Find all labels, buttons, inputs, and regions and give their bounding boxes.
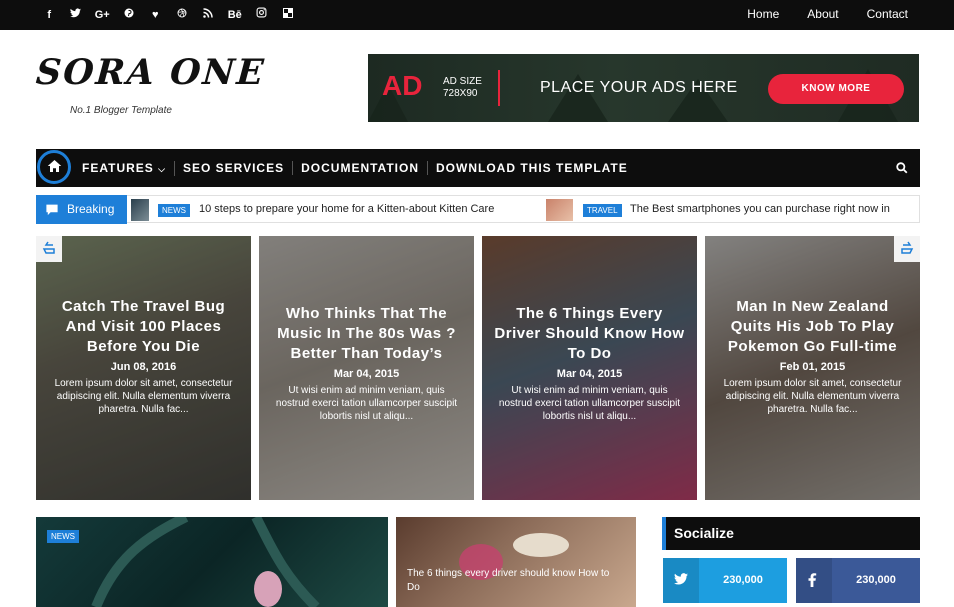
- featured-post-large[interactable]: NEWS: [36, 517, 388, 607]
- facebook-follow-button[interactable]: 230,000: [796, 558, 920, 603]
- hand-point-right-icon: [901, 241, 914, 254]
- breaking-tag-2[interactable]: TRAVEL: [583, 204, 622, 217]
- nav-item-download-template[interactable]: DOWNLOAD THIS TEMPLATE: [428, 161, 636, 175]
- hand-point-left-icon: [42, 241, 55, 254]
- breaking-label: Breaking: [36, 195, 127, 224]
- slide-date: Mar 04, 2015: [333, 368, 400, 380]
- header-ad-banner[interactable]: AD AD SIZE 728X90 PLACE YOUR ADS HERE KN…: [368, 54, 919, 122]
- home-icon: [47, 160, 62, 172]
- search-icon[interactable]: [896, 161, 908, 179]
- socialize-heading: Socialize: [662, 517, 920, 550]
- slider-prev-button[interactable]: [36, 236, 62, 262]
- slide-content: The 6 Things Every Driver Should Know Ho…: [494, 304, 685, 423]
- site-logo[interactable]: SORA ONE: [35, 52, 267, 93]
- site-tagline: No.1 Blogger Template: [70, 105, 172, 116]
- top-links: Home About Contact: [719, 0, 908, 30]
- breaking-headline-2[interactable]: The Best smartphones you can purchase ri…: [630, 203, 890, 215]
- google-plus-icon[interactable]: G+: [89, 0, 116, 30]
- slide-title[interactable]: Man In New Zealand Quits His Job To Play…: [717, 297, 908, 357]
- slider-next-button[interactable]: [894, 236, 920, 262]
- top-link-about[interactable]: About: [807, 0, 838, 30]
- dribbble-icon[interactable]: [169, 0, 196, 30]
- slide-excerpt: Ut wisi enim ad minim veniam, quis nostr…: [275, 385, 458, 422]
- featured-post-image: [91, 517, 320, 607]
- main-nav: FEATURES ⌵ SEO SERVICES DOCUMENTATION DO…: [36, 149, 920, 187]
- top-link-contact[interactable]: Contact: [867, 0, 908, 30]
- slide-content: Catch The Travel Bug And Visit 100 Place…: [48, 297, 239, 416]
- breaking-icon: [46, 204, 58, 216]
- slide-date: Mar 04, 2015: [556, 368, 623, 380]
- ad-size-label: AD SIZE: [443, 76, 482, 87]
- slide-date: Jun 08, 2016: [110, 361, 177, 373]
- slide-card[interactable]: Man In New Zealand Quits His Job To Play…: [705, 236, 920, 500]
- featured-post-tag[interactable]: NEWS: [47, 530, 79, 543]
- top-bar: f G+ ♥ Bē Home About Contact: [0, 0, 954, 30]
- rss-icon[interactable]: [195, 0, 222, 30]
- breaking-news-ticker: Breaking NEWS 10 steps to prepare your h…: [36, 195, 920, 224]
- facebook-count: 230,000: [856, 574, 896, 586]
- breaking-label-text: Breaking: [67, 202, 115, 216]
- slide-content: Who Thinks That The Music In The 80s Was…: [271, 304, 462, 423]
- instagram-icon[interactable]: [248, 0, 275, 30]
- nav-item-documentation[interactable]: DOCUMENTATION: [293, 161, 428, 175]
- breaking-tag-1[interactable]: NEWS: [158, 204, 190, 217]
- slide-card[interactable]: Catch The Travel Bug And Visit 100 Place…: [36, 236, 251, 500]
- featured-slider: Catch The Travel Bug And Visit 100 Place…: [36, 236, 920, 500]
- slide-content: Man In New Zealand Quits His Job To Play…: [717, 297, 908, 416]
- featured-post-small-title[interactable]: The 6 things every driver should know Ho…: [407, 567, 624, 595]
- social-icons: f G+ ♥ Bē: [36, 0, 301, 30]
- nav-item-features[interactable]: FEATURES ⌵: [74, 160, 175, 176]
- slide-card[interactable]: The 6 Things Every Driver Should Know Ho…: [482, 236, 697, 500]
- slide-excerpt: Lorem ipsum dolor sit amet, consectetur …: [54, 378, 233, 415]
- breaking-thumb-2[interactable]: [546, 199, 573, 221]
- nav-items: FEATURES ⌵ SEO SERVICES DOCUMENTATION DO…: [74, 149, 636, 187]
- chevron-down-icon: ⌵: [158, 163, 166, 174]
- pinterest-icon[interactable]: [116, 0, 143, 30]
- slide-title[interactable]: Catch The Travel Bug And Visit 100 Place…: [48, 297, 239, 357]
- breaking-thumb-1[interactable]: [131, 199, 149, 221]
- know-more-button[interactable]: KNOW MORE: [768, 74, 904, 104]
- ad-text: PLACE YOUR ADS HERE: [540, 79, 738, 96]
- top-link-home[interactable]: Home: [747, 0, 779, 30]
- slide-excerpt: Ut wisi enim ad minim veniam, quis nostr…: [498, 385, 681, 422]
- ad-word: AD: [382, 70, 423, 101]
- twitter-follow-button[interactable]: 230,000: [663, 558, 787, 603]
- home-button[interactable]: [37, 150, 71, 184]
- breaking-headline-1[interactable]: 10 steps to prepare your home for a Kitt…: [199, 203, 494, 215]
- heart-icon[interactable]: ♥: [142, 0, 169, 30]
- twitter-icon: [663, 558, 699, 603]
- slide-title[interactable]: The 6 Things Every Driver Should Know Ho…: [494, 304, 685, 364]
- facebook-icon: [796, 558, 832, 603]
- twitter-icon[interactable]: [63, 0, 90, 30]
- slide-card[interactable]: Who Thinks That The Music In The 80s Was…: [259, 236, 474, 500]
- slide-date: Feb 01, 2015: [779, 361, 846, 373]
- nav-item-seo-services[interactable]: SEO SERVICES: [175, 161, 294, 175]
- behance-icon[interactable]: Bē: [222, 0, 249, 30]
- ad-divider: [498, 70, 500, 106]
- featured-post-small[interactable]: The 6 things every driver should know Ho…: [396, 517, 636, 607]
- slide-title[interactable]: Who Thinks That The Music In The 80s Was…: [271, 304, 462, 364]
- ad-size: AD SIZE 728X90: [443, 76, 482, 100]
- twitter-count: 230,000: [723, 574, 763, 586]
- nav-features-label: FEATURES: [82, 160, 154, 175]
- ad-size-value: 728X90: [443, 88, 478, 99]
- slide-excerpt: Lorem ipsum dolor sit amet, consectetur …: [723, 378, 902, 415]
- facebook-icon[interactable]: f: [36, 0, 63, 30]
- delicious-icon[interactable]: [275, 0, 302, 30]
